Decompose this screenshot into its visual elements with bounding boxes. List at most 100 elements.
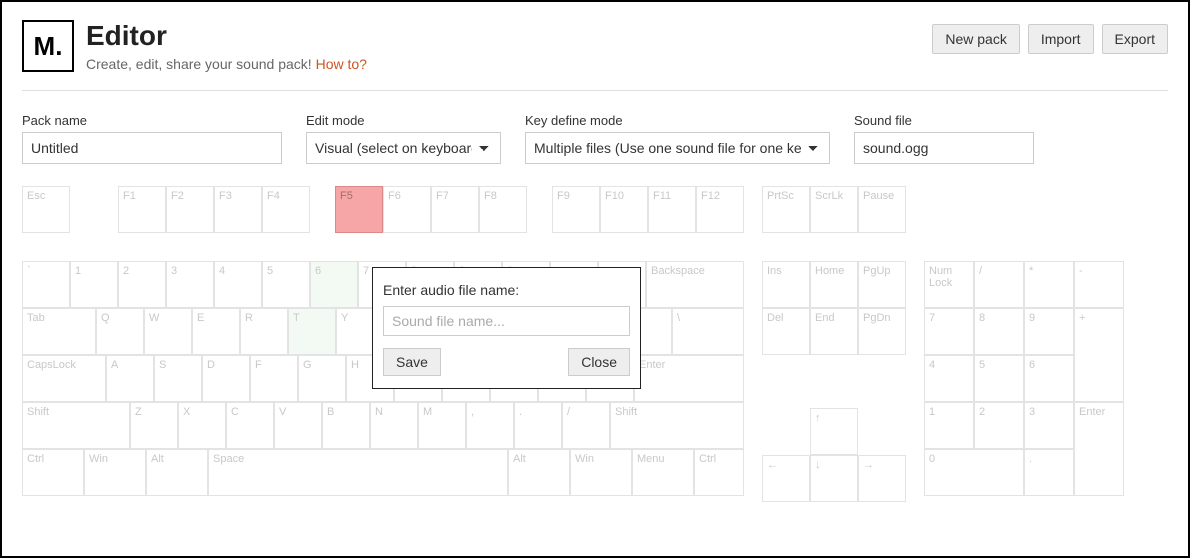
key-v[interactable]: V [274, 402, 322, 449]
key-right-arrow[interactable]: → [858, 455, 906, 502]
edit-mode-select[interactable]: Visual (select on keyboard) [306, 132, 501, 164]
key-num-div[interactable]: / [974, 261, 1024, 308]
key-slash[interactable]: / [562, 402, 610, 449]
key-f[interactable]: F [250, 355, 298, 402]
key-pgdn[interactable]: PgDn [858, 308, 906, 355]
key-ins[interactable]: Ins [762, 261, 810, 308]
key-left-arrow[interactable]: ← [762, 455, 810, 502]
logo[interactable]: M. [22, 20, 74, 72]
key-lctrl[interactable]: Ctrl [22, 449, 84, 496]
popover-close-button[interactable]: Close [568, 348, 630, 376]
key-space[interactable]: Space [208, 449, 508, 496]
key-backslash[interactable]: \ [672, 308, 744, 355]
key-f1[interactable]: F1 [118, 186, 166, 233]
key-w[interactable]: W [144, 308, 192, 355]
key-f7[interactable]: F7 [431, 186, 479, 233]
key-capslock[interactable]: CapsLock [22, 355, 106, 402]
sound-file-label: Sound file [854, 113, 1034, 128]
key-backspace[interactable]: Backspace [646, 261, 744, 308]
key-home[interactable]: Home [810, 261, 858, 308]
key-f10[interactable]: F10 [600, 186, 648, 233]
key-rwin[interactable]: Win [570, 449, 632, 496]
key-up-arrow[interactable]: ↑ [810, 408, 858, 455]
key-2[interactable]: 2 [118, 261, 166, 308]
key-enter[interactable]: Enter [634, 355, 744, 402]
key-num-enter[interactable]: Enter [1074, 402, 1124, 496]
popover-save-button[interactable]: Save [383, 348, 441, 376]
howto-link[interactable]: How to? [316, 56, 367, 72]
key-pause[interactable]: Pause [858, 186, 906, 233]
key-numlock[interactable]: Num Lock [924, 261, 974, 308]
key-lalt[interactable]: Alt [146, 449, 208, 496]
key-c[interactable]: C [226, 402, 274, 449]
new-pack-button[interactable]: New pack [932, 24, 1019, 54]
key-num4[interactable]: 4 [924, 355, 974, 402]
key-1[interactable]: 1 [70, 261, 118, 308]
page-subtitle: Create, edit, share your sound pack! How… [86, 56, 367, 72]
key-6[interactable]: 6 [310, 261, 358, 308]
key-d[interactable]: D [202, 355, 250, 402]
key-lwin[interactable]: Win [84, 449, 146, 496]
key-backtick[interactable]: ` [22, 261, 70, 308]
key-g[interactable]: G [298, 355, 346, 402]
key-comma[interactable]: , [466, 402, 514, 449]
key-f11[interactable]: F11 [648, 186, 696, 233]
key-num6[interactable]: 6 [1024, 355, 1074, 402]
key-n[interactable]: N [370, 402, 418, 449]
popover-filename-input[interactable] [383, 306, 630, 336]
key-5[interactable]: 5 [262, 261, 310, 308]
key-mode-select[interactable]: Multiple files (Use one sound file for o… [525, 132, 830, 164]
key-f5[interactable]: F5 [335, 186, 383, 233]
key-ralt[interactable]: Alt [508, 449, 570, 496]
key-down-arrow[interactable]: ↓ [810, 455, 858, 502]
key-rshift[interactable]: Shift [610, 402, 744, 449]
key-m[interactable]: M [418, 402, 466, 449]
import-button[interactable]: Import [1028, 24, 1094, 54]
key-f4[interactable]: F4 [262, 186, 310, 233]
key-tab[interactable]: Tab [22, 308, 96, 355]
key-num9[interactable]: 9 [1024, 308, 1074, 355]
key-num0[interactable]: 0 [924, 449, 1024, 496]
key-num2[interactable]: 2 [974, 402, 1024, 449]
key-f12[interactable]: F12 [696, 186, 744, 233]
key-3[interactable]: 3 [166, 261, 214, 308]
key-num-add[interactable]: + [1074, 308, 1124, 402]
key-f6[interactable]: F6 [383, 186, 431, 233]
key-num-mul[interactable]: * [1024, 261, 1074, 308]
export-button[interactable]: Export [1102, 24, 1168, 54]
key-t[interactable]: T [288, 308, 336, 355]
key-num-sub[interactable]: - [1074, 261, 1124, 308]
key-num8[interactable]: 8 [974, 308, 1024, 355]
key-prtsc[interactable]: PrtSc [762, 186, 810, 233]
key-menu[interactable]: Menu [632, 449, 694, 496]
key-f8[interactable]: F8 [479, 186, 527, 233]
key-x[interactable]: X [178, 402, 226, 449]
key-end[interactable]: End [810, 308, 858, 355]
pack-name-label: Pack name [22, 113, 282, 128]
key-num1[interactable]: 1 [924, 402, 974, 449]
key-num5[interactable]: 5 [974, 355, 1024, 402]
key-num7[interactable]: 7 [924, 308, 974, 355]
key-period[interactable]: . [514, 402, 562, 449]
key-scrlk[interactable]: ScrLk [810, 186, 858, 233]
key-pgup[interactable]: PgUp [858, 261, 906, 308]
key-r[interactable]: R [240, 308, 288, 355]
key-rctrl[interactable]: Ctrl [694, 449, 744, 496]
key-b[interactable]: B [322, 402, 370, 449]
key-num-dot[interactable]: . [1024, 449, 1074, 496]
key-f2[interactable]: F2 [166, 186, 214, 233]
key-q[interactable]: Q [96, 308, 144, 355]
key-del[interactable]: Del [762, 308, 810, 355]
key-f9[interactable]: F9 [552, 186, 600, 233]
key-esc[interactable]: Esc [22, 186, 70, 233]
key-z[interactable]: Z [130, 402, 178, 449]
key-a[interactable]: A [106, 355, 154, 402]
sound-file-input[interactable] [854, 132, 1034, 164]
key-lshift[interactable]: Shift [22, 402, 130, 449]
key-e[interactable]: E [192, 308, 240, 355]
key-num3[interactable]: 3 [1024, 402, 1074, 449]
key-s[interactable]: S [154, 355, 202, 402]
key-f3[interactable]: F3 [214, 186, 262, 233]
pack-name-input[interactable] [22, 132, 282, 164]
key-4[interactable]: 4 [214, 261, 262, 308]
